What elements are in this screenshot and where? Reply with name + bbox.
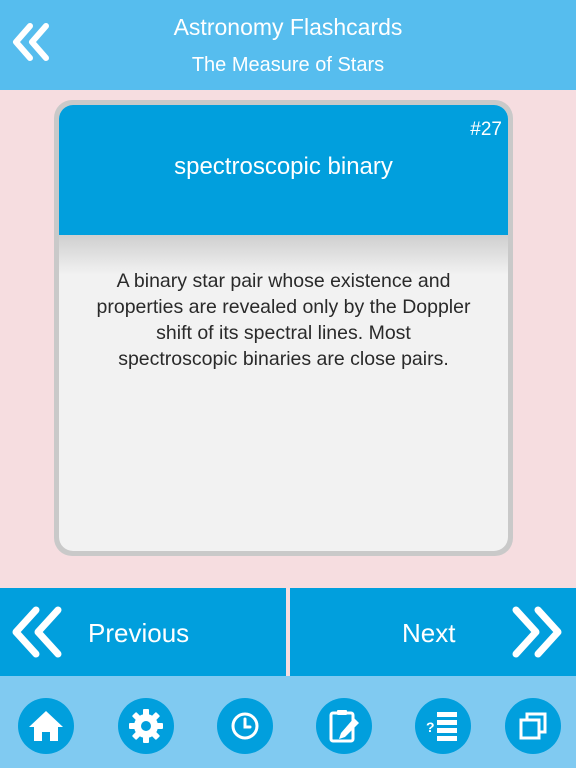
next-button[interactable]: Next xyxy=(290,588,576,676)
card-definition: A binary star pair whose existence and p… xyxy=(73,268,494,372)
notes-button[interactable] xyxy=(316,698,372,754)
double-chevron-left-icon xyxy=(12,606,62,658)
clock-icon xyxy=(231,712,259,740)
definition-line: spectroscopic binaries are close pairs. xyxy=(118,348,449,370)
definition-line: A binary star pair whose existence and xyxy=(116,270,451,292)
app-title: Astronomy Flashcards xyxy=(173,14,403,40)
flashcard-header: #27 spectroscopic binary xyxy=(59,105,508,235)
card-number: #27 xyxy=(470,119,502,140)
quiz-list-icon: ? xyxy=(426,712,457,741)
gear-icon xyxy=(129,709,163,743)
quiz-button[interactable]: ? xyxy=(415,698,471,754)
header-bar: Astronomy Flashcards The Measure of Star… xyxy=(0,0,576,90)
home-button[interactable] xyxy=(18,698,74,754)
flashcard[interactable]: #27 spectroscopic binary A binary star p… xyxy=(59,105,508,551)
history-button[interactable] xyxy=(217,698,273,754)
home-icon xyxy=(29,711,63,741)
edit-note-icon xyxy=(329,710,359,743)
previous-label: Previous xyxy=(88,618,190,648)
card-term: spectroscopic binary xyxy=(174,153,393,180)
definition-line: properties are revealed only by the Dopp… xyxy=(96,296,471,318)
previous-button[interactable]: Previous xyxy=(0,588,286,676)
cards-button[interactable] xyxy=(505,698,561,754)
double-chevron-right-icon xyxy=(512,606,562,658)
settings-button[interactable] xyxy=(118,698,174,754)
next-label: Next xyxy=(402,618,456,648)
definition-line: shift of its spectral lines. Most xyxy=(156,322,411,344)
svg-text:?: ? xyxy=(426,719,435,735)
bottom-toolbar xyxy=(0,676,576,768)
deck-subtitle: The Measure of Stars xyxy=(191,54,385,76)
cards-icon xyxy=(519,712,547,740)
